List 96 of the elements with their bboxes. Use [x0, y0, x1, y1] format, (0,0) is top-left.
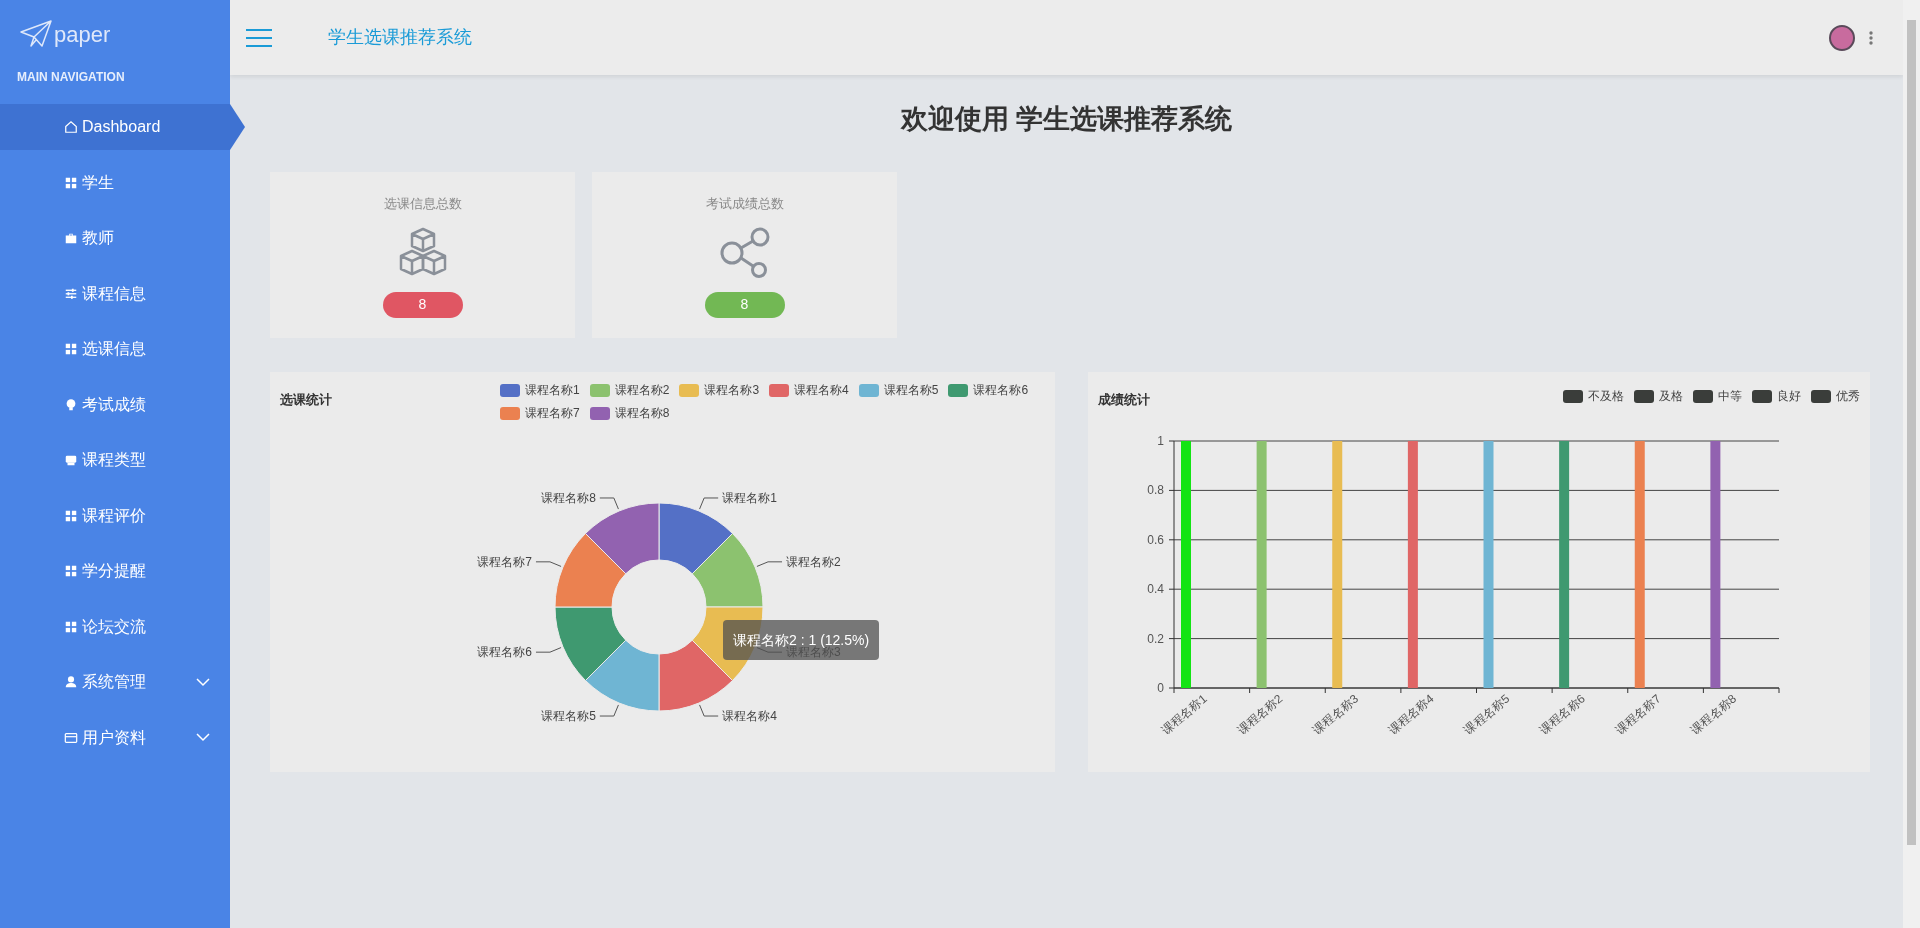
nav-item[interactable]: 课程评价 — [0, 492, 230, 539]
leader-line — [599, 497, 619, 510]
nav-label: 学生 — [82, 172, 114, 193]
stat-label: 考试成绩总数 — [705, 195, 784, 213]
legend-label[interactable]: 中等 — [1718, 387, 1742, 405]
nav-item[interactable]: 选课信息 — [0, 326, 230, 372]
grid-icon — [64, 564, 78, 578]
scrollbar-thumb[interactable] — [1907, 20, 1916, 845]
legend-label[interactable]: 课程名称5 — [883, 381, 939, 399]
slice-label: 课程名称4 — [722, 709, 777, 723]
leader-line — [699, 704, 719, 717]
nav-label: 考试成绩 — [82, 394, 146, 415]
leader-line — [535, 561, 562, 567]
nav-label: 系统管理 — [82, 672, 146, 692]
legend-label[interactable]: 课程名称4 — [794, 381, 849, 399]
legend-swatch — [1752, 389, 1772, 403]
axis-category-label: 课程名称3 — [1310, 691, 1361, 738]
slice-label: 课程名称1 — [722, 491, 777, 505]
nav-item[interactable]: 考试成绩 — [0, 381, 230, 428]
legend-label[interactable]: 课程名称1 — [525, 381, 580, 399]
leader-line — [599, 704, 619, 717]
nav-label: 学分提醒 — [82, 561, 146, 581]
axis-tick-label: 1 — [1157, 434, 1164, 448]
sliders-icon — [64, 286, 78, 301]
nav-item[interactable]: 系统管理 — [0, 659, 230, 705]
printer-icon — [64, 453, 78, 467]
nav-item[interactable]: 教师 — [0, 215, 230, 261]
logo-text: paper — [54, 20, 111, 49]
axis-tick-label: 0.6 — [1147, 532, 1164, 547]
legend-label[interactable]: 课程名称8 — [614, 404, 670, 422]
slice-label: 课程名称7 — [477, 554, 532, 569]
nav-label: 课程信息 — [82, 283, 146, 304]
legend-label[interactable]: 课程名称7 — [525, 404, 580, 422]
grid-icon — [64, 342, 78, 356]
user-icon — [64, 675, 78, 689]
nav-item[interactable]: 学分提醒 — [0, 548, 230, 594]
panel-title: 选课统计 — [280, 391, 332, 409]
nav-item[interactable]: 论坛交流 — [0, 603, 230, 650]
nav-label: 论坛交流 — [82, 616, 146, 637]
slice-label: 课程名称8 — [541, 491, 596, 505]
app-title: 学生选课推荐系统 — [328, 26, 472, 49]
scrollbar[interactable] — [1903, 0, 1920, 928]
nav-item[interactable]: 课程类型 — [0, 437, 230, 483]
nav-label: 选课信息 — [82, 339, 146, 359]
nav-item[interactable]: 课程信息 — [0, 270, 230, 317]
panel-title: 成绩统计 — [1098, 391, 1150, 409]
page-heading: 欢迎使用 学生选课推荐系统 — [899, 103, 1234, 136]
legend-swatch — [1563, 389, 1583, 403]
bulb-icon — [64, 397, 78, 412]
count-badge: 8 — [382, 291, 463, 318]
section-heading: MAIN NAVIGATION — [16, 69, 126, 86]
grid-icon — [64, 619, 78, 634]
slice-label: 课程名称2 — [786, 554, 841, 569]
nav-label: 课程评价 — [82, 505, 146, 526]
nav-label: 课程类型 — [82, 450, 146, 470]
legend-label[interactable]: 课程名称2 — [614, 381, 670, 399]
avatar[interactable] — [1829, 24, 1855, 51]
card-icon — [64, 730, 78, 745]
axis-tick-label: 0.8 — [1147, 483, 1164, 498]
nav-item[interactable]: 用户资料 — [0, 714, 230, 761]
slice-label: 课程名称5 — [541, 709, 596, 723]
legend-label[interactable]: 优秀 — [1836, 387, 1860, 405]
menu-icon[interactable] — [246, 28, 272, 47]
grid-icon — [64, 508, 78, 523]
axis-category-label: 课程名称7 — [1612, 691, 1664, 738]
axis-tick-label: 0.2 — [1147, 631, 1164, 646]
slice-label: 课程名称6 — [477, 645, 532, 660]
axis-tick-label: 0.4 — [1147, 582, 1164, 597]
legend-swatch — [1634, 389, 1654, 403]
legend-label[interactable]: 良好 — [1777, 387, 1801, 405]
nav-label: Dashboard — [82, 117, 161, 137]
axis-category-label: 课程名称2 — [1234, 691, 1286, 738]
legend-label[interactable]: 不及格 — [1588, 387, 1624, 405]
nav-item[interactable]: 学生 — [0, 159, 230, 206]
legend-label[interactable]: 课程名称3 — [704, 381, 760, 399]
nav-label: 用户资料 — [82, 727, 146, 748]
axis-category-label: 课程名称5 — [1461, 691, 1513, 738]
leader-line — [756, 561, 783, 567]
leader-line — [535, 647, 562, 653]
paper-plane-icon — [20, 20, 52, 48]
more-icon[interactable] — [1869, 30, 1873, 45]
legend-swatch — [1693, 389, 1713, 403]
count-badge: 8 — [704, 291, 785, 318]
axis-category-label: 课程名称6 — [1536, 691, 1588, 738]
leader-line — [699, 497, 719, 510]
home-icon — [64, 120, 78, 134]
axis-category-label: 课程名称4 — [1385, 691, 1437, 738]
axis-category-label: 课程名称8 — [1688, 691, 1740, 738]
briefcase-icon — [64, 231, 78, 245]
active-pointer — [230, 104, 245, 150]
nav-label: 教师 — [82, 228, 114, 248]
legend-label[interactable]: 及格 — [1659, 387, 1683, 405]
stat-label: 选课信息总数 — [383, 195, 462, 213]
legend-swatch — [1811, 389, 1831, 403]
legend-label[interactable]: 课程名称6 — [973, 381, 1029, 399]
grid-icon — [64, 175, 78, 190]
